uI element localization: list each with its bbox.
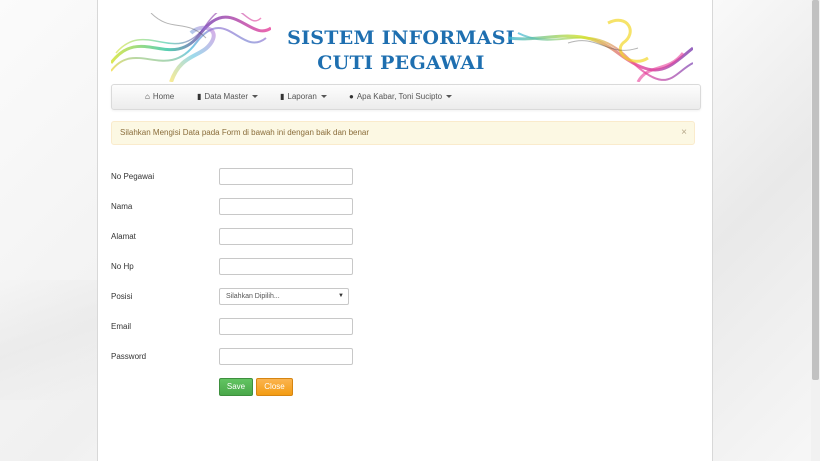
email-input[interactable]	[219, 318, 353, 335]
background-decoration	[0, 280, 100, 400]
label-no-pegawai: No Pegawai	[111, 172, 155, 181]
no-hp-input[interactable]	[219, 258, 353, 275]
app-title: SISTEM INFORMASI CUTI PEGAWAI	[261, 26, 541, 76]
app-title-line2: CUTI PEGAWAI	[317, 52, 485, 74]
home-icon: ⌂	[145, 92, 150, 101]
nav-laporan[interactable]: ▮ Laporan	[280, 85, 327, 109]
label-email: Email	[111, 322, 132, 331]
globe-icon: ●	[349, 92, 354, 101]
nav-home-label: Home	[152, 92, 175, 101]
chevron-down-icon	[446, 95, 453, 99]
nav-laporan-label: Laporan	[287, 92, 317, 101]
nav-home[interactable]: ⌂ Home	[145, 85, 174, 109]
app-title-line1: SISTEM INFORMASI	[287, 27, 515, 49]
nav-user-label: Apa Kabar, Toni Sucipto	[356, 92, 443, 101]
book-icon: ▮	[280, 92, 285, 101]
label-no-hp: No Hp	[111, 262, 134, 271]
header-banner: SISTEM INFORMASI CUTI PEGAWAI	[111, 13, 693, 82]
posisi-select[interactable]: Silahkan Dipilih... ▼	[219, 288, 349, 305]
label-password: Password	[111, 352, 147, 361]
nav-data-master[interactable]: ▮ Data Master	[197, 85, 258, 109]
page-container: SISTEM INFORMASI CUTI PEGAWAI ⌂ Home ▮ Dat…	[97, 0, 713, 461]
info-alert: Silahkan Mengisi Data pada Form di bawah…	[111, 121, 695, 145]
save-button[interactable]: Save	[219, 378, 253, 396]
label-nama: Nama	[111, 202, 133, 211]
label-alamat: Alamat	[111, 232, 136, 241]
book-icon: ▮	[197, 92, 202, 101]
posisi-select-value: Silahkan Dipilih...	[226, 293, 280, 300]
close-icon[interactable]: ×	[681, 122, 687, 144]
close-button[interactable]: Close	[256, 378, 293, 396]
smoke-left-decoration	[111, 13, 271, 82]
smoke-right-decoration	[508, 19, 693, 82]
nama-input[interactable]	[219, 198, 353, 215]
nav-data-master-label: Data Master	[204, 92, 248, 101]
page-scrollbar[interactable]	[811, 0, 820, 461]
chevron-down-icon	[251, 95, 258, 99]
alert-message: Silahkan Mengisi Data pada Form di bawah…	[120, 128, 370, 137]
password-input[interactable]	[219, 348, 353, 365]
nav-user-menu[interactable]: ● Apa Kabar, Toni Sucipto	[349, 85, 453, 109]
label-posisi: Posisi	[111, 292, 133, 301]
no-pegawai-input[interactable]	[219, 168, 353, 185]
scrollbar-thumb[interactable]	[812, 0, 819, 380]
main-navbar: ⌂ Home ▮ Data Master ▮ Laporan ● Apa Kabar, …	[111, 84, 701, 110]
chevron-down-icon: ▼	[338, 293, 344, 299]
chevron-down-icon	[320, 95, 327, 99]
alamat-input[interactable]	[219, 228, 353, 245]
